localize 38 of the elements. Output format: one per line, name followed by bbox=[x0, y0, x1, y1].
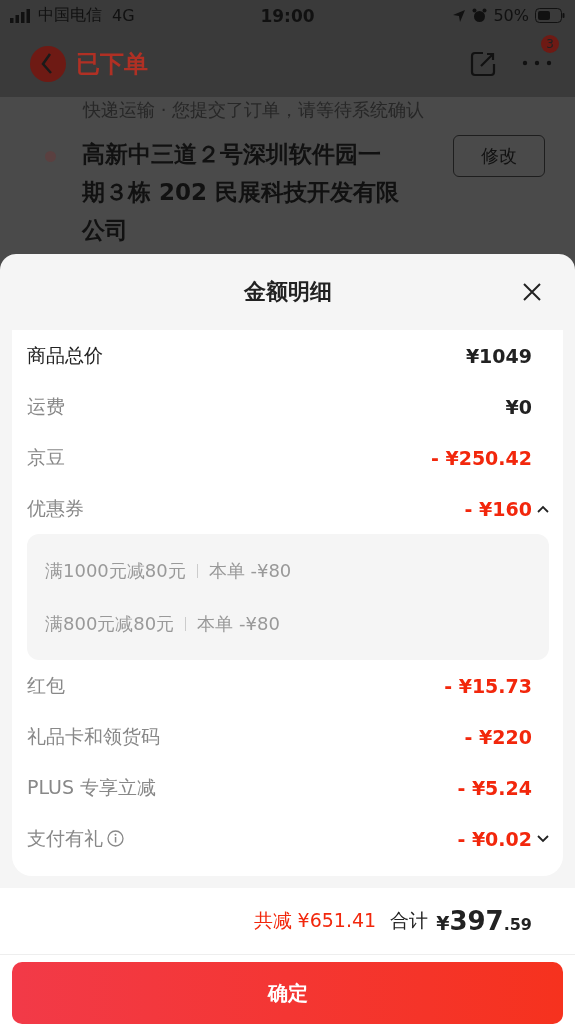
fee-label: 礼品卡和领货码 bbox=[27, 723, 160, 749]
delivery-address: 高新中三道２号深圳软件园一期３栋 202 民展科技开发有限公司 bbox=[82, 140, 401, 246]
fee-label: PLUS 专享立减 bbox=[27, 774, 157, 800]
fee-label: 优惠券 bbox=[27, 495, 84, 521]
fee-label: 运费 bbox=[27, 393, 65, 419]
fee-amount: ¥0 bbox=[505, 395, 532, 418]
location-icon bbox=[452, 8, 467, 23]
saved-total: 共减 ¥651.41 bbox=[253, 908, 377, 933]
chevron-up-icon[interactable] bbox=[537, 504, 549, 513]
total-amount: ¥397.59 bbox=[436, 906, 532, 936]
fee-label: 商品总价 bbox=[27, 342, 103, 368]
info-icon[interactable] bbox=[107, 830, 124, 847]
chevron-down-icon[interactable] bbox=[537, 834, 549, 843]
coupon-condition: 满1000元减80元 bbox=[45, 558, 186, 583]
signal-icon bbox=[10, 8, 32, 23]
battery-icon bbox=[535, 8, 565, 24]
edit-button[interactable]: 修改 bbox=[453, 135, 545, 178]
fee-label: 京豆 bbox=[27, 444, 65, 470]
nav-title: 已下单 bbox=[76, 49, 148, 81]
fee-amount: - ¥220 bbox=[464, 725, 532, 748]
confirm-button[interactable]: 确定 bbox=[12, 962, 563, 1024]
fee-label: 红包 bbox=[27, 672, 65, 698]
fee-amount: - ¥15.73 bbox=[444, 674, 532, 697]
coupon-deduction: 本单 -¥80 bbox=[208, 558, 292, 583]
coupon-deduction: 本单 -¥80 bbox=[197, 611, 280, 636]
fee-amount: ¥1049 bbox=[465, 344, 532, 367]
alarm-icon bbox=[472, 8, 488, 24]
fee-amount: - ¥5.24 bbox=[457, 776, 532, 799]
fee-amount: - ¥0.02 bbox=[457, 827, 532, 850]
fee-amount: - ¥250.42 bbox=[430, 446, 532, 469]
fee-amount: - ¥160 bbox=[464, 497, 532, 520]
fee-label: 支付有礼 bbox=[27, 825, 103, 851]
status-logo-icon bbox=[30, 46, 66, 83]
sheet-title: 金额明细 bbox=[243, 278, 332, 306]
coupon-condition: 满800元减80元 bbox=[45, 611, 175, 636]
total-label: 合计 bbox=[390, 908, 429, 933]
close-icon[interactable] bbox=[522, 282, 542, 302]
notification-badge: 3 bbox=[541, 35, 559, 53]
